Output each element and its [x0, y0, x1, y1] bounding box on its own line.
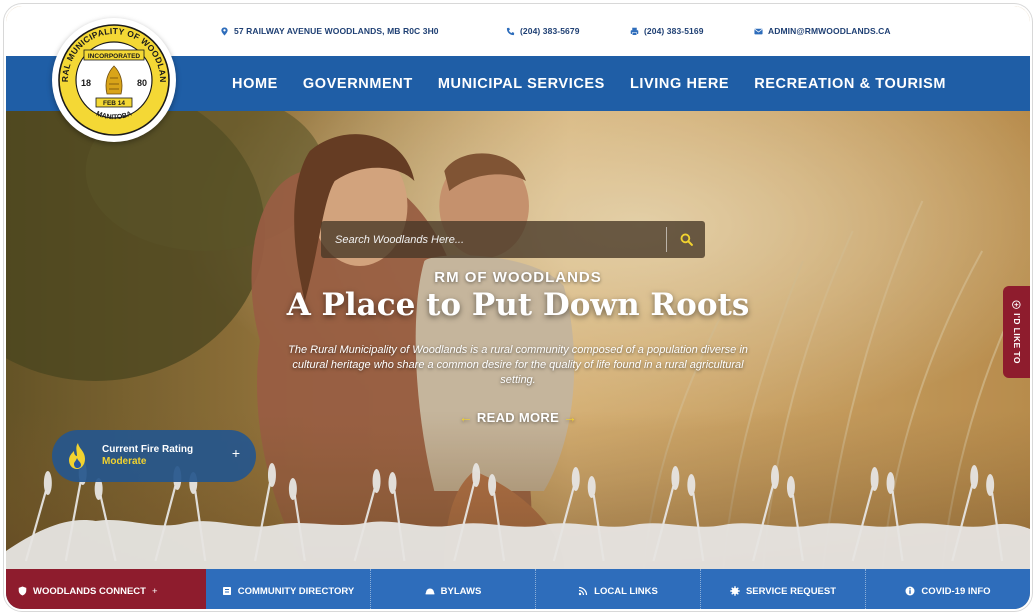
- envelope-icon: [754, 28, 763, 34]
- hero-photo: [6, 111, 1030, 569]
- quick-links: COMMUNITY DIRECTORY BYLAWS LOCAL LINKS S…: [206, 569, 1030, 609]
- site-search: [321, 221, 705, 258]
- browser-frame: 57 RAILWAY AVENUE WOODLANDS, MB R0C 3H0 …: [4, 4, 1032, 611]
- email-text: ADMIN@RMWOODLANDS.CA: [768, 26, 891, 36]
- rss-icon: [578, 586, 588, 596]
- phone-info[interactable]: (204) 383-5679: [506, 26, 630, 36]
- fire-rating-value: Moderate: [102, 456, 147, 467]
- svg-text:80: 80: [137, 78, 147, 88]
- covid-info-link[interactable]: COVID-19 INFO: [866, 569, 1030, 609]
- hero-headline: A Place to Put Down Roots: [286, 287, 750, 323]
- fire-rating-text: Current Fire Rating Moderate: [102, 444, 193, 468]
- fire-rating-expand-icon: +: [231, 445, 240, 461]
- fax-info[interactable]: (204) 383-5169: [630, 26, 754, 36]
- search-input[interactable]: [321, 221, 666, 258]
- shield-icon: [18, 586, 27, 596]
- local-links-link[interactable]: LOCAL LINKS: [536, 569, 701, 609]
- service-request-link[interactable]: SERVICE REQUEST: [701, 569, 866, 609]
- id-like-to-label: I'D LIKE TO: [1011, 313, 1022, 364]
- gavel-icon: [425, 588, 435, 595]
- svg-text:INCORPORATED: INCORPORATED: [88, 53, 141, 60]
- map-pin-icon: [221, 26, 228, 36]
- arrow-left-icon: ←: [458, 409, 473, 425]
- id-like-to-inner: I'D LIKE TO: [1012, 300, 1022, 364]
- nav-municipal-services[interactable]: MUNICIPAL SERVICES: [438, 76, 605, 92]
- read-more-label: READ MORE: [476, 410, 560, 425]
- nav-home[interactable]: HOME: [232, 76, 278, 92]
- quick-links-bar: WOODLANDS CONNECT + COMMUNITY DIRECTORY …: [6, 569, 1030, 609]
- phone-text: (204) 383-5679: [520, 26, 580, 36]
- fax-icon: [630, 27, 639, 36]
- community-directory-link[interactable]: COMMUNITY DIRECTORY: [206, 569, 371, 609]
- search-button[interactable]: [667, 221, 705, 258]
- bylaws-link[interactable]: BYLAWS: [371, 569, 536, 609]
- search-icon: [680, 233, 693, 246]
- fire-rating-title: Current Fire Rating: [102, 444, 194, 455]
- address-text: 57 RAILWAY AVENUE WOODLANDS, MB R0C 3H0: [234, 26, 439, 36]
- gear-icon: [730, 586, 740, 596]
- fire-rating-widget[interactable]: Current Fire Rating Moderate +: [52, 430, 256, 482]
- hero-tagline: The Rural Municipality of Woodlands is a…: [288, 344, 748, 386]
- read-more-link[interactable]: ← READ MORE →: [6, 409, 1030, 425]
- service-request-label: SERVICE REQUEST: [745, 585, 837, 597]
- plus-circle-icon: [1012, 300, 1021, 309]
- woodlands-connect-button[interactable]: WOODLANDS CONNECT +: [6, 569, 206, 609]
- community-directory-label: COMMUNITY DIRECTORY: [237, 585, 355, 597]
- id-like-to-tab[interactable]: I'D LIKE TO: [1003, 286, 1030, 378]
- email-info[interactable]: ADMIN@RMWOODLANDS.CA: [754, 26, 891, 36]
- arrow-right-icon: →: [563, 409, 578, 425]
- local-links-label: LOCAL LINKS: [594, 585, 658, 597]
- hero-eyebrow: RM OF WOODLANDS: [434, 269, 602, 286]
- address-info[interactable]: 57 RAILWAY AVENUE WOODLANDS, MB R0C 3H0: [220, 26, 506, 36]
- municipality-logo[interactable]: RURAL MUNICIPALITY OF WOODLANDS MANITOBA…: [49, 10, 176, 142]
- nav-government[interactable]: GOVERNMENT: [303, 76, 413, 92]
- nav-recreation-tourism[interactable]: RECREATION & TOURISM: [754, 76, 946, 92]
- nav-living-here[interactable]: LIVING HERE: [630, 76, 729, 92]
- phone-icon: [506, 27, 515, 35]
- info-icon: [905, 586, 915, 596]
- book-icon: [222, 587, 231, 595]
- svg-text:FEB 14: FEB 14: [103, 100, 125, 107]
- flame-icon: [52, 430, 90, 482]
- seal-graphic: RURAL MUNICIPALITY OF WOODLANDS MANITOBA…: [49, 10, 172, 138]
- bylaws-label: BYLAWS: [440, 585, 482, 597]
- fax-text: (204) 383-5169: [644, 26, 704, 36]
- covid-info-label: COVID-19 INFO: [921, 585, 991, 597]
- hero-banner: RM OF WOODLANDS A Place to Put Down Root…: [6, 111, 1030, 569]
- svg-text:18: 18: [81, 78, 91, 88]
- woodlands-connect-label: WOODLANDS CONNECT: [33, 585, 146, 597]
- woodlands-connect-plus-icon: +: [151, 585, 158, 597]
